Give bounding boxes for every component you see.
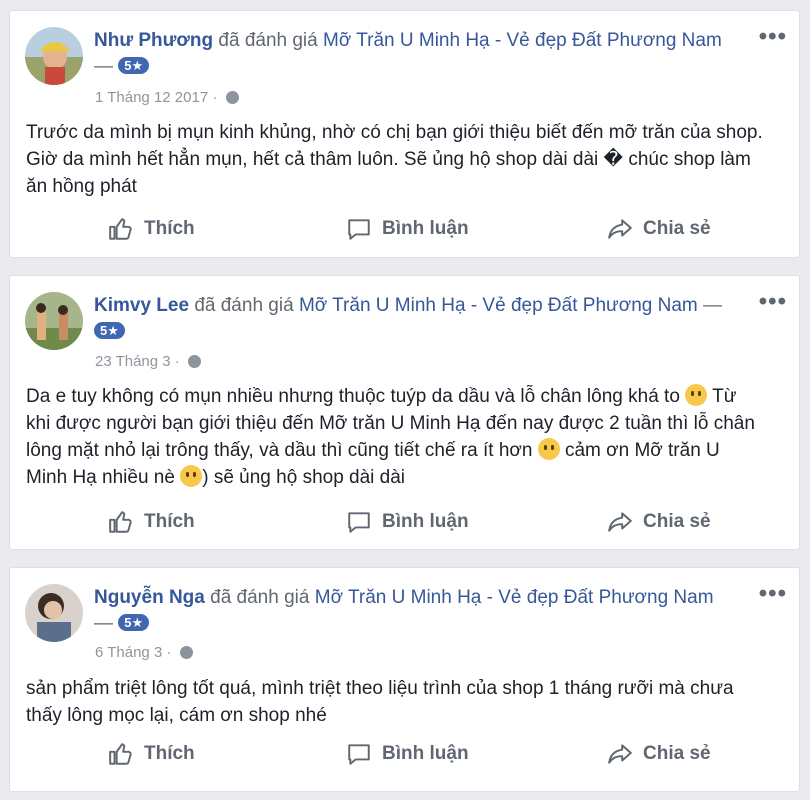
more-options-icon[interactable]: ••• xyxy=(759,582,787,606)
rating-badge: 5★ xyxy=(118,614,150,631)
comment-label: Bình luận xyxy=(382,511,469,532)
like-button[interactable]: Thích xyxy=(108,734,195,774)
dash: — xyxy=(703,295,723,316)
review-header: Như Phương đã đánh giá Mỡ Trăn U Minh Hạ… xyxy=(94,28,734,80)
review-date[interactable]: 1 Tháng 12 2017 xyxy=(95,89,208,106)
review-text: sản phẩm triệt lông tốt quá, mình triệt … xyxy=(26,678,734,726)
comment-label: Bình luận xyxy=(382,218,469,239)
review-card: Như Phương đã đánh giá Mỡ Trăn U Minh Hạ… xyxy=(9,10,800,258)
review-header: Nguyễn Nga đã đánh giá Mỡ Trăn U Minh Hạ… xyxy=(94,585,734,637)
share-label: Chia sẻ xyxy=(643,511,711,532)
comment-bubble-icon xyxy=(348,512,370,533)
action-bar: Thích Bình luận Chia sẻ xyxy=(10,734,799,774)
share-button[interactable]: Chia sẻ xyxy=(607,209,711,249)
like-button[interactable]: Thích xyxy=(108,502,195,542)
review-verb: đã đánh giá xyxy=(194,295,294,316)
like-label: Thích xyxy=(144,511,195,532)
comment-bubble-icon xyxy=(348,744,370,765)
review-header: Kimvy Lee đã đánh giá Mỡ Trăn U Minh Hạ … xyxy=(94,293,734,345)
review-text: Da e tuy không có mụn nhiều nhưng thuộc … xyxy=(26,383,766,491)
page-link[interactable]: Mỡ Trăn U Minh Hạ - Vẻ đẹp Đất Phương Na… xyxy=(323,30,722,51)
review-text-part: Da e tuy không có mụn nhiều nhưng thuộc … xyxy=(26,386,680,407)
like-button[interactable]: Thích xyxy=(108,209,195,249)
review-date[interactable]: 23 Tháng 3 xyxy=(95,353,171,370)
review-text-part: ) sẽ ủng hộ shop dài dài xyxy=(202,467,406,488)
rating-badge: 5★ xyxy=(118,57,150,74)
share-arrow-icon xyxy=(608,744,632,764)
rating-badge: 5★ xyxy=(94,322,125,339)
thumbs-up-icon xyxy=(109,218,132,240)
avatar[interactable] xyxy=(25,292,83,350)
share-button[interactable]: Chia sẻ xyxy=(607,734,711,774)
review-verb: đã đánh giá xyxy=(218,30,318,51)
more-options-icon[interactable]: ••• xyxy=(759,290,787,314)
globe-icon xyxy=(225,91,239,104)
dash: — xyxy=(94,56,113,77)
thumbs-up-icon xyxy=(109,511,132,533)
review-meta: 23 Tháng 3 · xyxy=(95,353,201,370)
avatar[interactable] xyxy=(25,27,83,85)
grin-emoji-icon xyxy=(537,438,560,460)
reviewer-name[interactable]: Như Phương xyxy=(94,30,213,51)
globe-icon xyxy=(179,646,193,659)
share-button[interactable]: Chia sẻ xyxy=(607,502,711,542)
more-options-icon[interactable]: ••• xyxy=(759,25,787,49)
comment-button[interactable]: Bình luận xyxy=(346,502,469,542)
review-meta: 1 Tháng 12 2017 · xyxy=(95,89,239,106)
comment-label: Bình luận xyxy=(382,743,469,764)
like-label: Thích xyxy=(144,743,195,764)
action-bar: Thích Bình luận Chia sẻ xyxy=(10,502,799,542)
reviewer-name[interactable]: Nguyễn Nga xyxy=(94,587,205,608)
globe-icon xyxy=(187,355,201,368)
comment-button[interactable]: Bình luận xyxy=(346,209,469,249)
smile-emoji-icon xyxy=(180,465,203,487)
review-meta: 6 Tháng 3 · xyxy=(95,644,193,661)
dash: — xyxy=(94,613,113,634)
page-link[interactable]: Mỡ Trăn U Minh Hạ - Vẻ đẹp Đất Phương Na… xyxy=(315,587,714,608)
review-verb: đã đánh giá xyxy=(210,587,310,608)
reviewer-name[interactable]: Kimvy Lee xyxy=(94,295,189,316)
share-arrow-icon xyxy=(608,512,632,532)
comment-button[interactable]: Bình luận xyxy=(346,734,469,774)
action-bar: Thích Bình luận Chia sẻ xyxy=(10,209,799,249)
review-card: Kimvy Lee đã đánh giá Mỡ Trăn U Minh Hạ … xyxy=(9,275,800,550)
smile-emoji-icon xyxy=(685,384,708,406)
page-link[interactable]: Mỡ Trăn U Minh Hạ - Vẻ đẹp Đất Phương Na… xyxy=(299,295,698,316)
thumbs-up-icon xyxy=(109,743,132,765)
review-text: Trước da mình bị mụn kinh khủng, nhờ có … xyxy=(26,122,763,197)
share-label: Chia sẻ xyxy=(643,218,711,239)
avatar[interactable] xyxy=(25,584,83,642)
share-arrow-icon xyxy=(608,219,632,239)
review-date[interactable]: 6 Tháng 3 xyxy=(95,644,162,661)
comment-bubble-icon xyxy=(348,219,370,240)
like-label: Thích xyxy=(144,218,195,239)
review-card: Nguyễn Nga đã đánh giá Mỡ Trăn U Minh Hạ… xyxy=(9,567,800,792)
share-label: Chia sẻ xyxy=(643,743,711,764)
